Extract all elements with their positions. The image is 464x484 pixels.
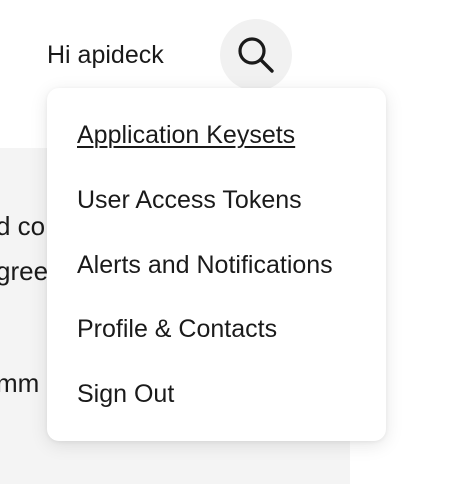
menu-item-profile-and-contacts[interactable]: Profile & Contacts bbox=[77, 314, 277, 344]
background-text-line: gree bbox=[0, 256, 49, 286]
user-menu-dropdown: Application Keysets User Access Tokens A… bbox=[47, 88, 386, 441]
background-text-line: d co bbox=[0, 211, 46, 241]
search-icon bbox=[238, 37, 274, 73]
menu-item-alerts-and-notifications[interactable]: Alerts and Notifications bbox=[77, 250, 333, 280]
menu-item-user-access-tokens[interactable]: User Access Tokens bbox=[77, 185, 302, 215]
menu-item-sign-out[interactable]: Sign Out bbox=[77, 379, 174, 409]
background-text-line: mm bbox=[0, 368, 40, 398]
search-button[interactable] bbox=[220, 19, 292, 91]
menu-item-application-keysets[interactable]: Application Keysets bbox=[77, 120, 295, 150]
user-greeting[interactable]: Hi apideck bbox=[47, 40, 164, 70]
